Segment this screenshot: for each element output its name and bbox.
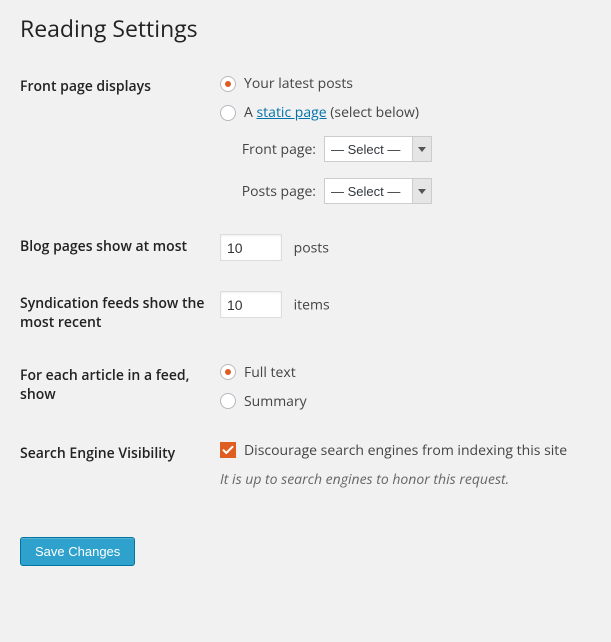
visibility-checkbox-label: Discourage search engines from indexing … [244,441,567,460]
radio-summary[interactable] [220,393,236,409]
save-button[interactable]: Save Changes [20,537,135,566]
radio-static-page-label: A static page (select below) [244,103,419,122]
front-page-select[interactable]: — Select — [324,136,432,162]
radio-full-text-label: Full text [244,363,296,382]
blog-pages-unit: posts [294,239,329,258]
page-title: Reading Settings [20,12,591,44]
radio-latest-posts[interactable] [220,76,236,92]
visibility-heading: Search Engine Visibility [20,441,220,519]
front-page-displays-heading: Front page displays [20,74,220,234]
visibility-checkbox[interactable] [220,442,236,458]
blog-pages-heading: Blog pages show at most [20,234,220,291]
front-page-select-label: Front page: [220,140,316,159]
syndication-heading: Syndication feeds show the most recent [20,291,220,363]
visibility-note: It is up to search engines to honor this… [220,470,591,489]
posts-page-select-label: Posts page: [220,182,316,201]
radio-summary-label: Summary [244,392,307,411]
blog-pages-input[interactable] [220,234,282,261]
static-page-link[interactable]: static page [257,103,327,122]
radio-static-page[interactable] [220,105,236,121]
syndication-input[interactable] [220,291,282,318]
syndication-unit: items [294,296,330,315]
radio-full-text[interactable] [220,364,236,380]
radio-latest-posts-label: Your latest posts [244,74,353,93]
posts-page-select[interactable]: — Select — [324,178,432,204]
check-icon [222,444,234,456]
article-feed-heading: For each article in a feed, show [20,363,220,441]
